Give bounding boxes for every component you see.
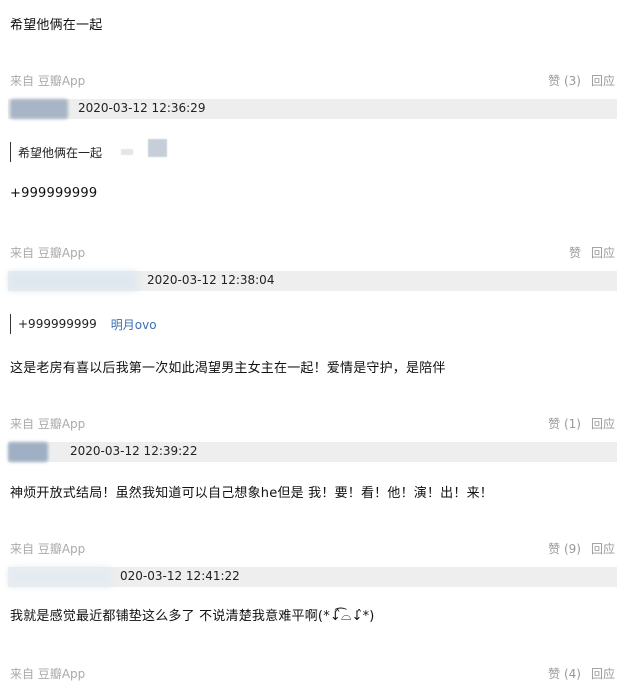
comment-timestamp: 2020-03-12 12:38:04 <box>147 273 275 287</box>
avatar[interactable] <box>10 99 68 119</box>
reply-button[interactable]: 回应 <box>591 665 615 682</box>
comment-meta: 来自 豆瓣App 赞 (9) 回应 <box>0 538 631 558</box>
reply-button[interactable]: 回应 <box>591 244 615 261</box>
comment-timestamp: 2020-03-12 12:36:29 <box>78 101 206 115</box>
comment-actions: 赞 (1) 回应 <box>548 415 615 432</box>
comment-actions: 赞 (9) 回应 <box>548 540 615 557</box>
reply-button[interactable]: 回应 <box>591 540 615 557</box>
avatar[interactable] <box>8 567 112 587</box>
like-button[interactable]: 赞 <box>569 244 581 261</box>
comment-header-bar: 020-03-12 12:41:22 <box>8 567 617 587</box>
reply-button[interactable]: 回应 <box>591 72 615 89</box>
comment-meta: 来自 豆瓣App 赞 (3) 回应 <box>0 70 631 90</box>
like-button[interactable]: 赞 (3) <box>548 72 581 89</box>
comment-source: 来自 豆瓣App <box>10 417 86 431</box>
quoted-author-link[interactable]: 明月ovo <box>111 316 157 333</box>
comment-header-bar: 2020-03-12 12:38:04 <box>8 271 617 291</box>
blurred-author <box>148 139 167 157</box>
comment-header-bar: 2020-03-12 12:36:29 <box>8 99 617 119</box>
like-button[interactable]: 赞 (1) <box>548 415 581 432</box>
reply-button[interactable]: 回应 <box>591 415 615 432</box>
comment-meta: 来自 豆瓣App 赞 (1) 回应 <box>0 413 631 433</box>
quoted-comment: 希望他俩在一起 <box>10 142 102 162</box>
comment-text: 希望他俩在一起 <box>10 18 103 33</box>
like-button[interactable]: 赞 (4) <box>548 665 581 682</box>
comment-text: 这是老房有喜以后我第一次如此渴望男主女主在一起！爱情是守护，是陪伴 <box>10 361 446 376</box>
comment-actions: 赞 回应 <box>569 244 615 261</box>
like-button[interactable]: 赞 (9) <box>548 540 581 557</box>
comment-source: 来自 豆瓣App <box>10 667 86 681</box>
avatar[interactable] <box>8 442 48 462</box>
quoted-text: 希望他俩在一起 <box>18 145 103 160</box>
comment-source: 来自 豆瓣App <box>10 542 86 556</box>
comment-text: 神烦开放式结局！虽然我知道可以自己想象he但是 我！要！看！他！演！出！来！ <box>10 486 493 501</box>
comment-text: 我就是感觉最近都铺垫这么多了 不说清楚我意难平啊(*↓̂͡⌓↓̂*) <box>10 609 375 624</box>
comment-source: 来自 豆瓣App <box>10 74 86 88</box>
comment-timestamp: 020-03-12 12:41:22 <box>120 569 240 583</box>
comment-actions: 赞 (4) 回应 <box>548 665 615 682</box>
avatar[interactable] <box>8 271 138 291</box>
comment-meta: 来自 豆瓣App 赞 回应 <box>0 242 631 262</box>
comment-header-bar: 2020-03-12 12:39:22 <box>8 442 617 462</box>
comment-text: +999999999 <box>10 186 98 201</box>
quoted-text: +999999999 <box>18 317 97 331</box>
comment-thread: 希望他俩在一起 来自 豆瓣App 赞 (3) 回应 2020-03-12 12:… <box>0 0 631 686</box>
comment-source: 来自 豆瓣App <box>10 246 86 260</box>
comment-timestamp: 2020-03-12 12:39:22 <box>70 444 198 458</box>
blurred-author <box>121 149 133 155</box>
comment-meta: 来自 豆瓣App 赞 (4) 回应 <box>0 663 631 683</box>
comment-actions: 赞 (3) 回应 <box>548 72 615 89</box>
quoted-comment: +999999999 明月ovo <box>10 314 157 334</box>
